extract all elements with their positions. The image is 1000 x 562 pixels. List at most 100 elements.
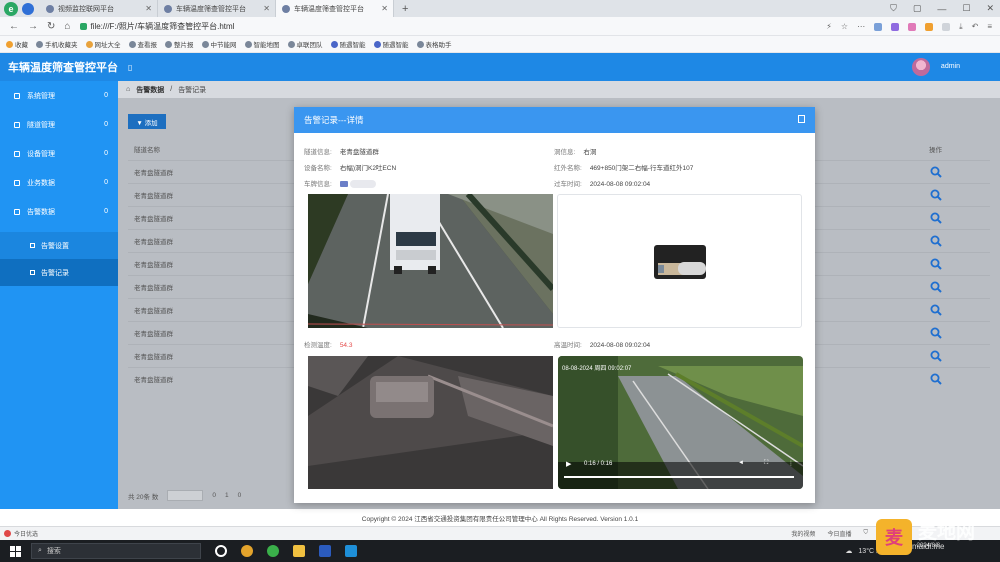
forward-icon[interactable]: → — [28, 21, 38, 32]
extension-icon[interactable] — [908, 22, 917, 31]
video-frame-graphic — [558, 356, 803, 489]
status-left-label[interactable]: 今日优选 — [14, 529, 38, 538]
browser-tab-active[interactable]: 车辆温度筛查管控平台 ✕ — [276, 0, 394, 17]
game-icon[interactable] — [925, 22, 934, 31]
restore-icon[interactable]: ▢ — [913, 3, 922, 14]
tab-close-icon[interactable]: ✕ — [145, 4, 152, 13]
username[interactable]: admin — [941, 63, 960, 70]
menu-icon[interactable]: ≡ — [987, 22, 992, 31]
search-icon[interactable] — [930, 281, 942, 293]
sidebar-item-business[interactable]: 业务数据 0 — [0, 168, 118, 197]
bookmark-item[interactable]: 网址大全 — [85, 39, 121, 49]
home-icon[interactable]: ⌂ — [64, 21, 70, 32]
bookmark-item[interactable]: 查看报 — [128, 39, 157, 49]
extension-icon[interactable] — [891, 22, 900, 31]
breadcrumb-item[interactable]: 告警数据 — [136, 85, 164, 95]
bookmark-item[interactable]: 手机收藏夹 — [36, 39, 78, 49]
windows-start-icon[interactable] — [10, 545, 21, 557]
close-icon[interactable] — [798, 115, 805, 123]
search-icon[interactable] — [930, 212, 942, 224]
extension-icon[interactable] — [874, 22, 883, 31]
video-player[interactable]: 08-08-2024 周四 09:02:07 ▶ 0:16 / 0:16 ◄ ⛶… — [558, 356, 803, 489]
undo-icon[interactable]: ↶ — [972, 22, 979, 31]
tunnel-name-cell: 老青盘隧道群 — [134, 354, 173, 361]
bookmark-item[interactable]: 表格助手 — [416, 39, 452, 49]
search-icon[interactable] — [930, 166, 942, 178]
sidebar-subitem-alarm-records[interactable]: 告警记录 — [0, 259, 118, 286]
tab-close-icon[interactable]: ✕ — [381, 4, 388, 13]
more-icon[interactable]: ⋮ — [788, 460, 794, 467]
menu-toggle-icon[interactable]: ▯ — [128, 63, 132, 72]
bookmark-item[interactable]: 智能地图 — [244, 39, 280, 49]
word-icon[interactable] — [319, 545, 331, 557]
star-icon[interactable]: ☆ — [841, 22, 848, 31]
status-item[interactable]: 今日直播 — [827, 529, 851, 538]
bookmark-item[interactable]: 随遇智能 — [330, 39, 366, 49]
mute-icon[interactable]: ◄ — [738, 460, 744, 466]
tunnel-info: 隧道信息: 老青盘隧道群 — [304, 146, 379, 156]
search-icon[interactable] — [930, 235, 942, 247]
reload-icon[interactable]: ↻ — [47, 21, 55, 32]
page-number[interactable]: 1 — [225, 492, 229, 499]
search-icon[interactable] — [930, 373, 942, 385]
task-view-icon[interactable] — [215, 545, 227, 557]
shield-outline-icon[interactable]: ⛉ — [890, 3, 897, 14]
sidebar-subitem-alarm-settings[interactable]: 告警设置 — [0, 232, 118, 259]
minimize-icon[interactable]: — — [937, 4, 946, 14]
taskbar-search[interactable]: ⌕ 搜索 — [31, 543, 201, 559]
bookmark-item[interactable]: 收藏 — [6, 39, 28, 49]
search-icon[interactable] — [930, 327, 942, 339]
chrome-icon[interactable] — [241, 545, 253, 557]
browser-tab[interactable]: 车辆温度筛查管控平台 ✕ — [158, 0, 276, 17]
bookmark-item[interactable]: 卓联团队 — [287, 39, 323, 49]
download-icon[interactable]: ⤓ — [959, 22, 963, 32]
close-icon[interactable]: ✕ — [986, 3, 994, 14]
watermark-logo: 麦 — [876, 519, 912, 555]
url-field[interactable]: file:///F:/照片/车辆温度筛查管控平台.html — [80, 21, 234, 32]
tunnel-name-cell: 老青盘隧道群 — [134, 193, 173, 200]
new-tab-button[interactable]: + — [402, 3, 408, 15]
status-item[interactable]: 我的视频 — [791, 529, 815, 538]
maximize-icon[interactable]: ☐ — [962, 3, 970, 14]
fullscreen-icon[interactable]: ⛶ — [764, 460, 768, 467]
app-icon[interactable] — [345, 545, 357, 557]
field-label: 隧道信息: — [304, 149, 332, 156]
sidebar-item-system[interactable]: 系统管理 0 — [0, 81, 118, 110]
bookmark-item[interactable]: 整片报 — [165, 39, 194, 49]
search-icon: ⌕ — [38, 547, 42, 554]
search-icon[interactable] — [930, 189, 942, 201]
folder-icon[interactable] — [293, 545, 305, 557]
browser-logo-icon[interactable]: e — [4, 1, 18, 16]
prev-page-button[interactable]: 0 — [212, 492, 216, 499]
field-value: 469+850门架二右幅-行车道红外107 — [589, 165, 694, 172]
next-page-button[interactable]: 0 — [238, 492, 242, 499]
bookmark-item[interactable]: 随遇智能 — [373, 39, 409, 49]
search-icon[interactable] — [930, 304, 942, 316]
play-icon[interactable]: ▶ — [566, 460, 571, 468]
bookmark-item[interactable]: 中节能网 — [201, 39, 237, 49]
tab-close-icon[interactable]: ✕ — [263, 4, 270, 13]
thermal-crop-image[interactable] — [557, 194, 802, 328]
taskbar-search-placeholder: 搜索 — [46, 548, 61, 555]
shield-icon[interactable]: ⛉ — [863, 530, 868, 537]
tunnel-name-cell: 老青盘隧道群 — [134, 331, 173, 338]
search-icon[interactable] — [930, 258, 942, 270]
video-progress-bar[interactable] — [564, 476, 794, 478]
home-icon[interactable]: ⌂ — [126, 86, 130, 93]
lightning-icon[interactable]: ⚡ — [826, 22, 832, 31]
shield-icon[interactable] — [22, 2, 34, 15]
vehicle-snapshot-image[interactable] — [308, 194, 553, 328]
thermal-image[interactable] — [308, 356, 553, 489]
page-size-select[interactable] — [167, 490, 204, 501]
sidebar-item-tunnel[interactable]: 隧道管理 0 — [0, 110, 118, 139]
back-icon[interactable]: ← — [9, 21, 19, 32]
avatar[interactable] — [912, 58, 930, 76]
grid-icon[interactable] — [942, 22, 951, 31]
browser-app-icon[interactable] — [267, 545, 279, 557]
sidebar-item-alarm[interactable]: 告警数据 0 — [0, 197, 118, 226]
more-icon[interactable]: ⋯ — [857, 22, 865, 31]
search-icon[interactable] — [930, 350, 942, 362]
sidebar-item-device[interactable]: 设备管理 0 — [0, 139, 118, 168]
add-button[interactable]: ▼ 添加 — [128, 114, 166, 129]
browser-tab[interactable]: 视频监控联网平台 ✕ — [40, 0, 158, 17]
